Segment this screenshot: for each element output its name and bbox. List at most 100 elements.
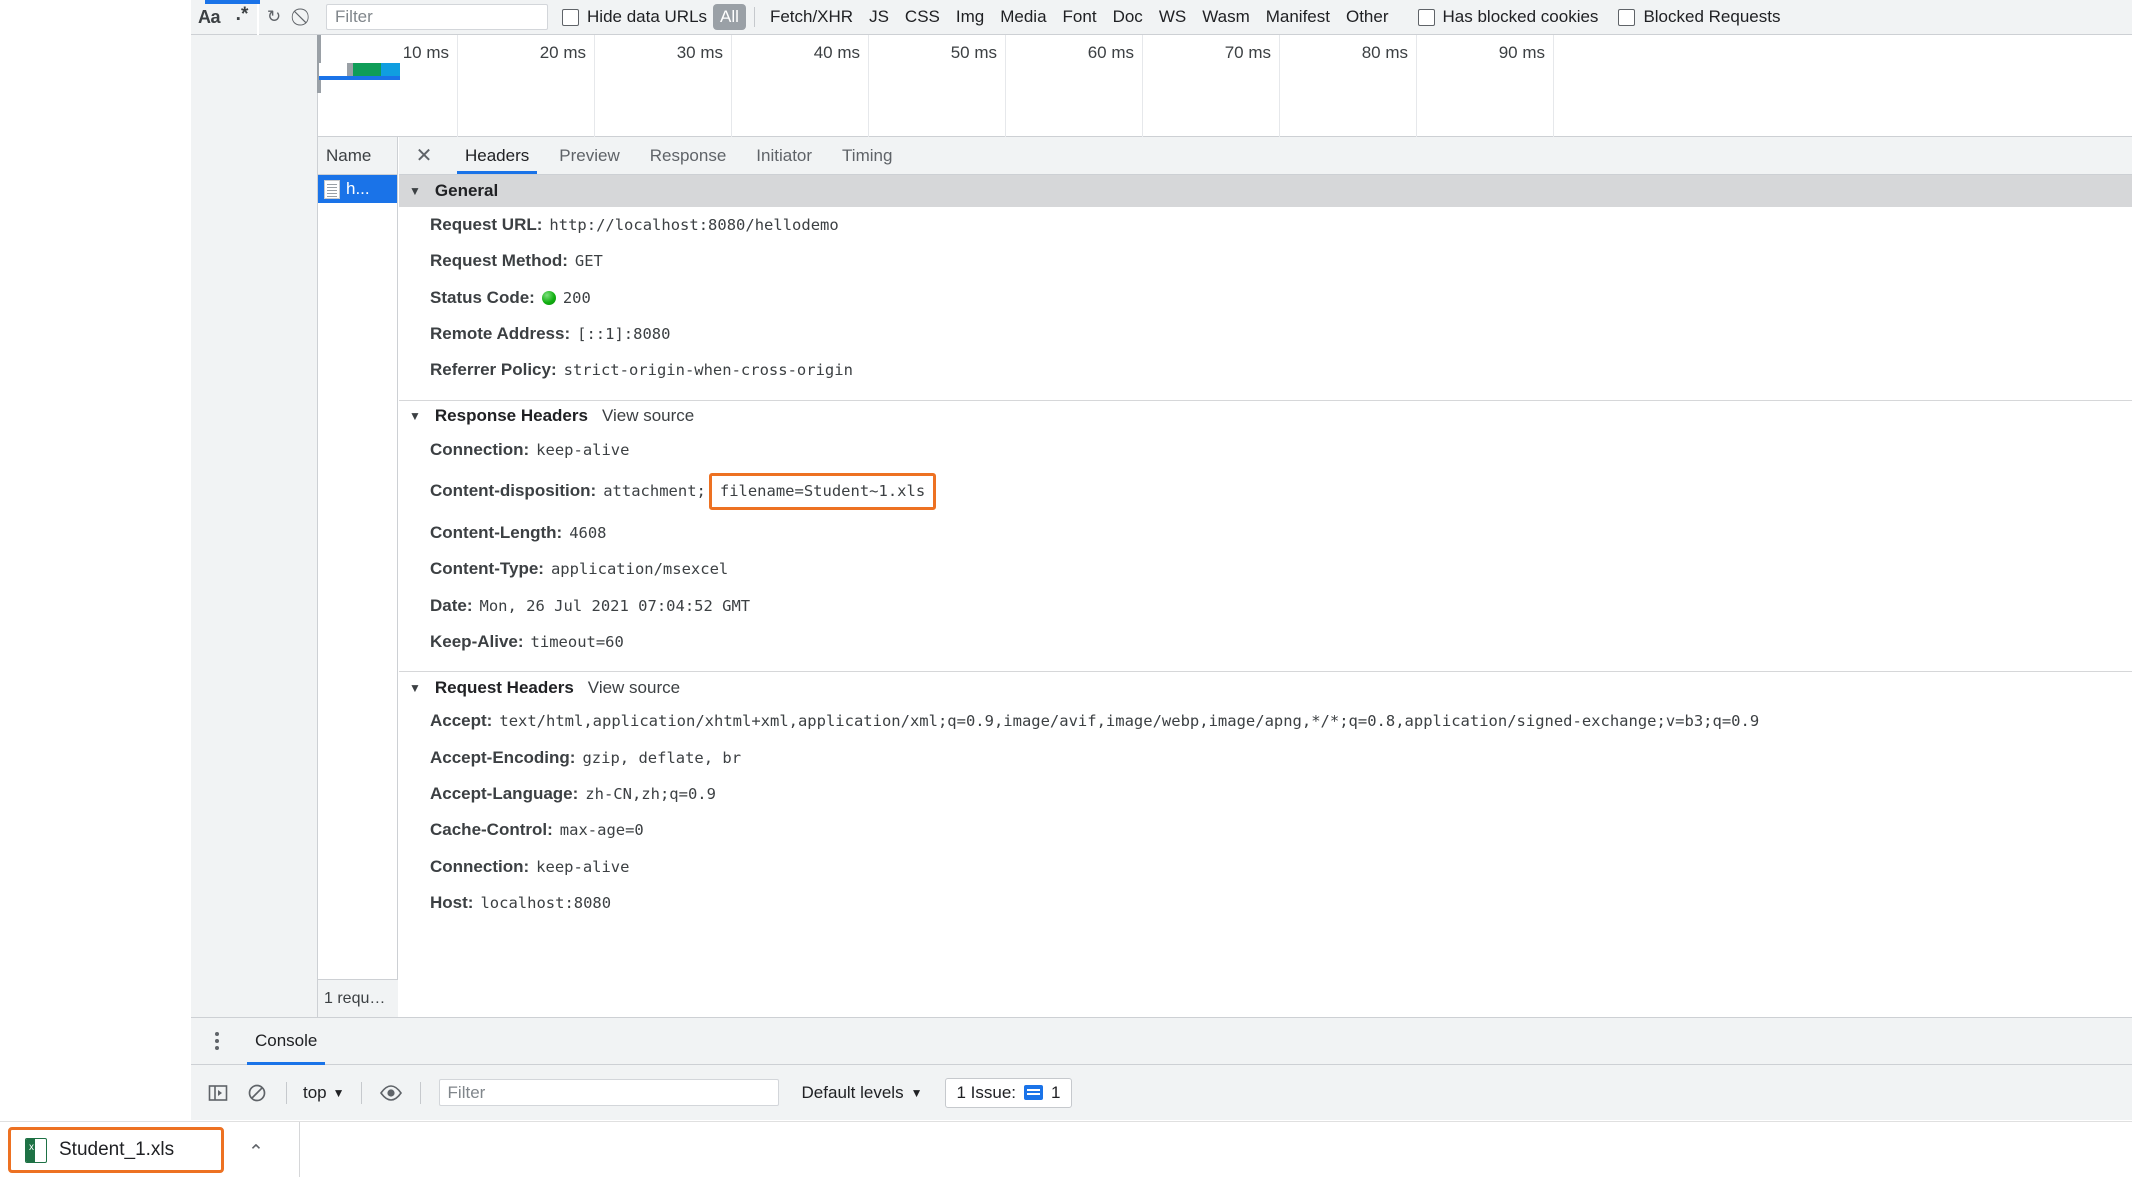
issues-button[interactable]: 1 Issue: 1 [945, 1077, 1072, 1108]
chevron-down-icon: ▼ [332, 1085, 345, 1100]
header-value: text/html,application/xhtml+xml,applicat… [499, 712, 1760, 731]
hide-data-urls-checkbox[interactable]: Hide data URLs [562, 7, 707, 27]
type-filter-font[interactable]: Font [1056, 4, 1104, 30]
type-filter-media[interactable]: Media [993, 4, 1053, 30]
header-row: Keep-Alive: timeout=60 [399, 624, 2132, 671]
timeline-tick-label: 70 ms [1224, 43, 1271, 62]
header-name: Content-Length: [430, 523, 563, 543]
tab-response[interactable]: Response [636, 137, 741, 174]
network-filter-input[interactable] [326, 4, 549, 30]
tab-initiator[interactable]: Initiator [742, 137, 826, 174]
section-header-general[interactable]: ▼ General [399, 175, 2132, 207]
network-overview[interactable]: 10 ms 20 ms 30 ms 40 ms 50 ms 60 ms 70 m… [191, 35, 2132, 137]
download-file-name: Student_1.xls [59, 1139, 175, 1160]
overview-left-gutter [191, 35, 318, 137]
caret-down-icon: ▼ [409, 680, 421, 695]
type-filter-manifest[interactable]: Manifest [1259, 4, 1337, 30]
type-filter-js[interactable]: JS [862, 4, 896, 30]
section-header-response-headers[interactable]: ▼ Response Headers View source [399, 399, 2132, 432]
document-icon [324, 179, 340, 199]
header-row: Remote Address: [::1]:8080 [399, 316, 2132, 352]
timeline-segment-stalled [319, 63, 347, 76]
type-filter-fetch-xhr[interactable]: Fetch/XHR [763, 4, 860, 30]
request-list-header[interactable]: Name [318, 137, 397, 175]
header-row-content-disposition: Content-disposition: attachment; filenam… [399, 468, 2132, 515]
type-filter-css[interactable]: CSS [898, 4, 947, 30]
timeline-tick-label: 40 ms [813, 43, 860, 62]
header-name: Cache-Control: [430, 820, 553, 840]
timeline-cell: 50 ms [869, 35, 1006, 137]
header-row: Content-Type: application/msexcel [399, 551, 2132, 587]
chevron-up-icon[interactable]: ⌃ [248, 1141, 264, 1164]
header-row: Content-Length: 4608 [399, 515, 2132, 551]
tab-console[interactable]: Console [241, 1018, 331, 1065]
resource-type-filters: All Fetch/XHR JS CSS Img Media Font Doc … [713, 4, 1395, 30]
header-row: Date: Mon, 26 Jul 2021 07:04:52 GMT [399, 588, 2132, 624]
header-name: Connection: [430, 856, 530, 876]
type-filter-doc[interactable]: Doc [1106, 4, 1150, 30]
header-name: Accept-Encoding: [430, 747, 576, 767]
clear-icon[interactable]: ⃠ [289, 0, 319, 34]
header-name: Date: [430, 595, 473, 615]
checkbox-box [562, 8, 580, 26]
execution-context-select[interactable]: top ▼ [299, 1083, 349, 1103]
more-options-icon[interactable] [201, 1032, 233, 1050]
header-row: Accept: text/html,application/xhtml+xml,… [399, 703, 2132, 739]
blocked-requests-checkbox[interactable]: Blocked Requests [1618, 7, 1780, 27]
show-console-sidebar-icon[interactable] [201, 1076, 235, 1110]
use-regex-icon[interactable]: .* [227, 0, 257, 34]
header-name: Status Code: [430, 287, 535, 307]
overview-timeline-grid: 10 ms 20 ms 30 ms 40 ms 50 ms 60 ms 70 m… [318, 35, 2132, 137]
timeline-tick-label: 10 ms [402, 43, 449, 62]
header-name: Content-disposition: [430, 481, 597, 501]
type-filter-all[interactable]: All [713, 4, 746, 30]
caret-down-icon: ▼ [409, 184, 421, 198]
header-value: 200 [562, 288, 591, 307]
timeline-cell: 40 ms [732, 35, 869, 137]
view-source-link[interactable]: View source [588, 678, 680, 698]
section-header-request-headers[interactable]: ▼ Request Headers View source [399, 671, 2132, 704]
download-shelf: Student_1.xls ⌃ [0, 1121, 2132, 1177]
header-value: Mon, 26 Jul 2021 07:04:52 GMT [479, 596, 751, 615]
console-drawer: Console top ▼ Filter Default levels ▼ 1 … [191, 1017, 2132, 1121]
header-row: Referrer Policy: strict-origin-when-cros… [399, 352, 2132, 399]
header-row: Status Code: 200 [399, 280, 2132, 316]
requests-left-gutter [191, 137, 318, 1017]
reload-icon[interactable]: ↻ [259, 0, 289, 34]
type-filter-img[interactable]: Img [949, 4, 991, 30]
request-details-pane: ✕ Headers Preview Response Initiator Tim… [399, 137, 2132, 1017]
active-panel-indicator [205, 0, 260, 4]
issues-count: 1 [1051, 1082, 1061, 1102]
console-filter-input[interactable] [438, 1079, 779, 1106]
header-name: Accept-Language: [430, 784, 579, 804]
clear-console-icon[interactable] [240, 1076, 274, 1110]
request-list-item[interactable]: h... [318, 175, 397, 203]
headers-content: ▼ General Request URL: http://localhost:… [399, 175, 2132, 1017]
live-expression-icon[interactable] [374, 1076, 408, 1110]
tab-headers[interactable]: Headers [451, 137, 543, 174]
header-row: Host: localhost:8080 [399, 885, 2132, 921]
timeline-tick-label: 80 ms [1361, 43, 1408, 62]
header-value: zh-CN,zh;q=0.9 [585, 785, 716, 804]
download-item[interactable]: Student_1.xls [8, 1127, 224, 1173]
timeline-cell: 30 ms [595, 35, 732, 137]
type-filter-other[interactable]: Other [1339, 4, 1396, 30]
view-source-link[interactable]: View source [602, 406, 694, 426]
header-name: Request Method: [430, 251, 568, 271]
close-icon[interactable]: ✕ [409, 141, 439, 171]
has-blocked-cookies-checkbox[interactable]: Has blocked cookies [1417, 7, 1598, 27]
console-levels-select[interactable]: Default levels ▼ [802, 1083, 923, 1103]
header-row: Request Method: GET [399, 243, 2132, 279]
header-value[interactable]: http://localhost:8080/hellodemo [549, 213, 838, 237]
match-case-icon[interactable]: Aa [191, 0, 227, 34]
header-name: Host: [430, 893, 474, 913]
type-filter-wasm[interactable]: Wasm [1195, 4, 1257, 30]
type-filter-ws[interactable]: WS [1152, 4, 1193, 30]
console-levels-label: Default levels [801, 1082, 904, 1102]
section-title: Response Headers [434, 406, 588, 426]
tab-preview[interactable]: Preview [545, 137, 633, 174]
tab-timing[interactable]: Timing [828, 137, 906, 174]
header-value: keep-alive [536, 857, 630, 876]
header-name: Content-Type: [430, 559, 544, 579]
shelf-divider [299, 1122, 300, 1177]
